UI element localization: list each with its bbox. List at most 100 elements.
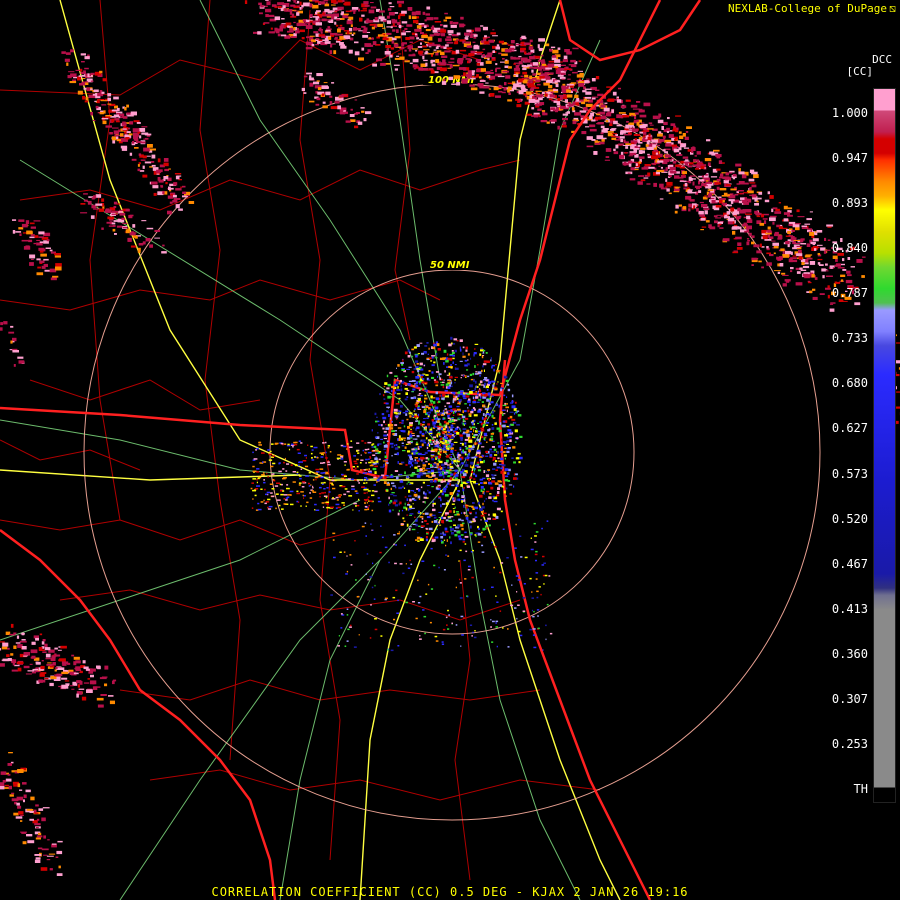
echo-pixel: [134, 147, 139, 149]
echo-pixel: [604, 159, 610, 161]
echo-pixel: [673, 127, 677, 131]
echo-pixel: [782, 254, 790, 258]
echo-pixel: [415, 49, 418, 52]
clutter-pixel: [441, 463, 445, 466]
clutter-pixel: [468, 445, 472, 448]
clutter-pixel: [438, 460, 443, 464]
echo-pixel: [777, 237, 782, 240]
echo-pixel: [73, 672, 79, 675]
clutter-pixel: [519, 456, 523, 460]
clutter-pixel: [450, 428, 453, 432]
clutter-pixel: [479, 396, 482, 399]
clutter-pixel: [415, 366, 419, 369]
clutter-pixel: [364, 442, 367, 444]
echo-pixel: [321, 35, 327, 39]
clutter-pixel: [394, 453, 398, 455]
clutter-pixel: [459, 434, 463, 436]
echo-pixel: [631, 161, 637, 163]
clutter-pixel: [473, 414, 478, 417]
echo-pixel: [411, 16, 417, 19]
clutter-pixel: [457, 402, 461, 405]
echo-pixel: [656, 169, 662, 172]
clutter-pixel: [315, 478, 317, 481]
clutter-pixel: [461, 476, 466, 479]
clutter-pixel: [376, 481, 378, 483]
clutter-pixel: [322, 452, 325, 454]
echo-pixel: [699, 201, 704, 204]
clutter-pixel: [435, 450, 437, 453]
echo-pixel: [725, 184, 731, 186]
clutter-pixel: [402, 412, 406, 414]
clutter-pixel: [451, 461, 454, 464]
echo-pixel: [139, 135, 142, 139]
clutter-pixel: [478, 442, 482, 445]
clutter-pixel: [482, 477, 486, 480]
clutter-pixel: [437, 413, 441, 416]
echo-pixel: [600, 125, 605, 129]
echo-pixel: [688, 177, 693, 181]
clutter-pixel: [350, 478, 354, 481]
echo-pixel: [394, 68, 398, 71]
echo-pixel: [682, 174, 685, 176]
echo-pixel: [552, 82, 558, 84]
clutter-pixel: [309, 497, 313, 499]
echo-pixel: [367, 49, 371, 53]
clutter-pixel: [490, 359, 492, 362]
clutter-pixel: [406, 498, 409, 501]
clutter-pixel: [462, 418, 465, 421]
clutter-pixel: [501, 464, 506, 467]
clutter-pixel: [435, 487, 439, 490]
clutter-pixel: [504, 402, 506, 405]
clutter-pixel: [456, 464, 460, 467]
clutter-pixel: [471, 466, 475, 469]
echo-pixel: [743, 222, 747, 227]
clutter-pixel: [452, 391, 456, 394]
clutter-pixel: [428, 463, 431, 465]
echo-pixel: [64, 58, 70, 62]
clutter-pixel: [477, 469, 482, 472]
clutter-pixel: [472, 502, 475, 504]
clutter-pixel: [436, 519, 439, 521]
echo-pixel: [611, 109, 614, 113]
clutter-pixel: [470, 461, 474, 465]
echo-pixel: [424, 19, 427, 22]
clutter-pixel: [443, 379, 445, 381]
clutter-pixel: [314, 456, 316, 458]
clutter-pixel: [364, 502, 367, 504]
clutter-pixel: [459, 360, 463, 362]
echo-pixel: [568, 74, 571, 76]
clutter-pixel: [449, 477, 453, 480]
echo-pixel: [125, 137, 130, 140]
clutter-pixel: [417, 495, 421, 499]
clutter-pixel: [293, 441, 296, 444]
clutter-pixel: [400, 461, 405, 464]
clutter-pixel: [481, 416, 484, 420]
clutter-pixel: [439, 439, 442, 441]
echo-pixel: [470, 50, 476, 54]
clutter-pixel: [405, 384, 407, 386]
echo-pixel: [412, 48, 419, 50]
clutter-pixel: [464, 445, 467, 448]
echo-pixel: [425, 62, 428, 67]
echo-pixel: [22, 841, 27, 845]
clutter-pixel: [503, 482, 505, 484]
clutter-pixel: [414, 415, 417, 418]
echo-pixel: [643, 177, 649, 179]
echo-pixel: [497, 75, 505, 78]
echo-pixel: [92, 120, 96, 121]
echo-pixel: [357, 121, 363, 125]
echo-pixel: [531, 69, 534, 73]
clutter-pixel: [404, 375, 408, 378]
echo-pixel: [556, 70, 561, 74]
echo-pixel: [709, 165, 712, 168]
clutter-pixel: [490, 435, 494, 438]
echo-pixel: [643, 131, 647, 135]
echo-pixel: [55, 856, 59, 858]
clutter-pixel: [411, 370, 415, 374]
echo-pixel: [719, 188, 727, 191]
echo-pixel: [325, 91, 331, 96]
clutter-pixel: [444, 370, 446, 373]
clutter-pixel: [445, 395, 449, 398]
echo-pixel: [113, 201, 118, 205]
clutter-pixel: [377, 497, 380, 499]
